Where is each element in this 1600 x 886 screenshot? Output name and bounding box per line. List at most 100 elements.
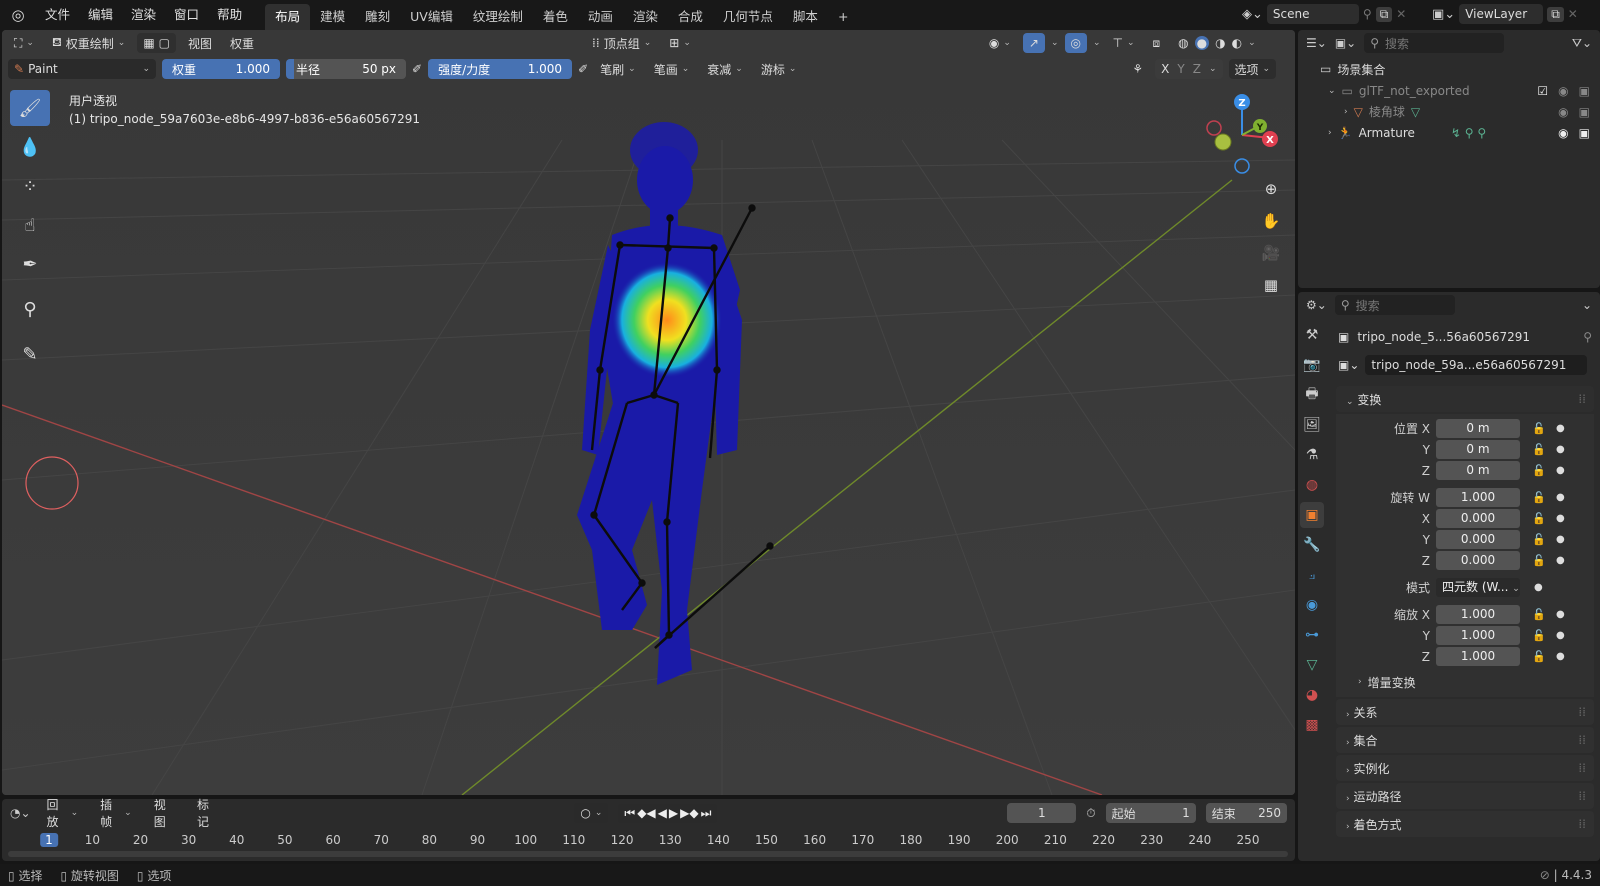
tab-compositing[interactable]: 合成 <box>668 4 713 30</box>
camera-icon[interactable]: ▣ <box>1579 105 1590 119</box>
add-workspace-icon[interactable]: + <box>828 4 858 30</box>
keying-menu[interactable]: 插帧 ⌄ <box>94 798 138 829</box>
transform-panel-header[interactable]: ⌄ 变换 ⁞⁞ <box>1336 386 1594 412</box>
keyframe-dot-icon[interactable]: ● <box>1556 513 1565 524</box>
camera-icon[interactable]: 🎥 <box>1257 239 1285 267</box>
delta-transform-header[interactable]: › 增量变换 <box>1336 667 1594 697</box>
physics-tab-icon[interactable]: ◉ <box>1300 592 1324 618</box>
tool-blur[interactable]: 💧 <box>10 129 50 165</box>
menu-edit[interactable]: 编辑 <box>79 0 122 30</box>
falloff-menu[interactable]: 衰减 ⌄ <box>701 59 749 79</box>
data-tab-icon[interactable]: ▽ <box>1300 652 1324 678</box>
keyframe-dot-icon[interactable]: ● <box>1534 582 1543 593</box>
mirror-icon[interactable]: ⚘ <box>1126 59 1149 79</box>
timeline-scrollbar[interactable] <box>8 851 1288 857</box>
eye-icon[interactable]: ◉ <box>1558 105 1568 119</box>
gizmo-toggle[interactable]: ↗ <box>1022 33 1045 53</box>
rotation-w-field[interactable]: 1.000 <box>1436 488 1520 507</box>
tab-texture-paint[interactable]: 纹理绘制 <box>463 4 533 30</box>
outliner-item[interactable]: › ▽ 棱角球 ▽ ◉ ▣ <box>1298 101 1600 122</box>
motion-paths-panel-header[interactable]: › 运动路径 ⁞⁞ <box>1336 783 1594 809</box>
scene-icon[interactable]: ◈⌄ <box>1242 7 1263 22</box>
lock-icon[interactable]: 🔓 <box>1532 422 1546 435</box>
lock-icon[interactable]: 🔓 <box>1532 464 1546 477</box>
tab-animation[interactable]: 动画 <box>578 4 623 30</box>
world-tab-icon[interactable]: ◍ <box>1300 472 1324 498</box>
camera-icon[interactable]: ▣ <box>1579 126 1590 140</box>
chevron-down-icon[interactable]: ⌄ <box>1582 298 1592 312</box>
prev-keyframe-icon[interactable]: ◆◀ <box>637 806 655 821</box>
frame-ruler[interactable]: 1 10 20 30 40 50 60 70 80 90 100 110 120 130 140 150 160… <box>2 833 1295 851</box>
visibility-toggle[interactable]: ◉ ⌄ <box>983 33 1017 53</box>
stroke-menu[interactable]: 笔画 ⌄ <box>648 59 696 79</box>
strength-slider[interactable]: 强度/力度 1.000 <box>428 59 573 79</box>
tool-average[interactable]: ⁘ <box>10 168 50 204</box>
jump-end-icon[interactable]: ⏭ <box>701 806 712 821</box>
radius-pressure-icon[interactable]: ✐ <box>412 62 422 76</box>
texture-tab-icon[interactable]: ▩ <box>1300 712 1324 738</box>
shading-modes[interactable]: ◍ ● ◑ ◐ ⌄ <box>1172 33 1261 53</box>
instancing-panel-header[interactable]: › 实例化 ⁞⁞ <box>1336 755 1594 781</box>
location-y-field[interactable]: 0 m <box>1436 440 1520 459</box>
lock-icon[interactable]: 🔓 <box>1532 608 1546 621</box>
menu-window[interactable]: 窗口 <box>165 0 208 30</box>
strength-pressure-icon[interactable]: ✐ <box>578 62 588 76</box>
lock-icon[interactable]: 🔓 <box>1532 554 1546 567</box>
eye-icon[interactable]: ◉ <box>1558 84 1568 98</box>
keyframe-dot-icon[interactable]: ● <box>1556 492 1565 503</box>
view-layer-tab-icon[interactable]: 🖼 <box>1300 412 1324 438</box>
keyframe-dot-icon[interactable]: ● <box>1556 423 1565 434</box>
mask-toggle-buttons[interactable]: ▦ ▢ <box>137 33 177 53</box>
output-tab-icon[interactable]: 🖶 <box>1300 382 1324 408</box>
render-tab-icon[interactable]: 📷 <box>1300 352 1324 378</box>
mirror-y[interactable]: Y <box>1177 62 1184 76</box>
mirror-x[interactable]: X <box>1161 62 1169 76</box>
editor-type-button[interactable]: ⛶ ⌄ <box>8 33 40 53</box>
outliner-item[interactable]: › 🏃 Armature ↯ ⚲ ⚲ ◉ ▣ <box>1298 122 1600 143</box>
tab-sculpting[interactable]: 雕刻 <box>355 4 400 30</box>
view-layer-icon[interactable]: ▣⌄ <box>1432 7 1455 22</box>
tab-rendering[interactable]: 渲染 <box>623 4 668 30</box>
keyframe-dot-icon[interactable]: ● <box>1556 630 1565 641</box>
mirror-z[interactable]: Z <box>1193 62 1201 76</box>
new-view-layer-icon[interactable]: ⧉ <box>1547 6 1564 22</box>
play-icon[interactable]: ▶ <box>669 806 678 821</box>
next-keyframe-icon[interactable]: ▶◆ <box>680 806 698 821</box>
options-menu[interactable]: 选项 ⌄ <box>1228 59 1277 79</box>
relations-panel-header[interactable]: › 关系 ⁞⁞ <box>1336 699 1594 725</box>
keyframe-dot-icon[interactable]: ● <box>1556 609 1565 620</box>
playback-menu[interactable]: 回放 ⌄ <box>41 798 85 829</box>
location-z-field[interactable]: 0 m <box>1436 461 1520 480</box>
delete-scene-icon[interactable]: ✕ <box>1396 7 1406 21</box>
keyframe-dot-icon[interactable]: ● <box>1556 465 1565 476</box>
tool-annotate[interactable]: ✎ <box>10 336 50 372</box>
location-x-field[interactable]: 0 m <box>1436 419 1520 438</box>
vertex-group-selector[interactable]: ⁞⁞ 顶点组 ⌄ <box>586 33 657 53</box>
new-scene-icon[interactable]: ⧉ <box>1375 6 1393 22</box>
blender-logo-icon[interactable]: ◎ <box>0 6 36 24</box>
constraints-tab-icon[interactable]: ⊶ <box>1300 622 1324 648</box>
overlay-toggle[interactable]: ◎ <box>1064 33 1087 53</box>
tool-smear[interactable]: ☝ <box>10 207 50 243</box>
current-frame-field[interactable]: 1 <box>1007 803 1077 823</box>
object-name-field[interactable]: tripo_node_59a...e56a60567291 <box>1365 355 1588 375</box>
mirror-axis-buttons[interactable]: X Y Z ⌄ <box>1155 59 1223 79</box>
frame-end-field[interactable]: 结束 250 <box>1205 803 1288 823</box>
menu-view[interactable]: 视图 <box>182 33 218 53</box>
keyframe-dot-icon[interactable]: ● <box>1556 444 1565 455</box>
tab-layout[interactable]: 布局 <box>265 4 311 30</box>
scale-y-field[interactable]: 1.000 <box>1436 626 1520 645</box>
outliner-search[interactable]: ⚲ 搜索 <box>1364 33 1505 53</box>
keyframe-dot-icon[interactable]: ● <box>1556 555 1565 566</box>
scale-z-field[interactable]: 1.000 <box>1436 647 1520 666</box>
camera-icon[interactable]: ▣ <box>1579 84 1590 98</box>
timeline-view-menu[interactable]: 视图 <box>148 798 181 829</box>
jump-start-icon[interactable]: ⏮ <box>624 806 635 821</box>
modifier-tab-icon[interactable]: 🔧 <box>1300 532 1324 558</box>
symmetry-options[interactable]: ⊞ ⌄ <box>663 33 697 53</box>
eye-icon[interactable]: ◉ <box>1558 126 1568 140</box>
rotation-z-field[interactable]: 0.000 <box>1436 551 1520 570</box>
mode-selector[interactable]: ⛾ 权重绘制 ⌄ <box>46 33 131 53</box>
shading-panel-header[interactable]: › 着色方式 ⁞⁞ <box>1336 811 1594 837</box>
tab-shading[interactable]: 着色 <box>533 4 578 30</box>
